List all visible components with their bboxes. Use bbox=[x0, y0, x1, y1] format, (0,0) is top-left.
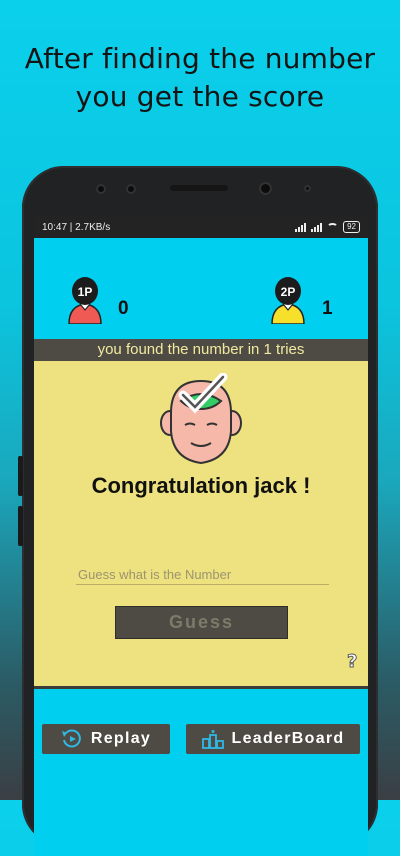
player-1-avatar: 1P bbox=[66, 274, 104, 329]
guess-number-input[interactable] bbox=[76, 564, 329, 585]
promo-headline-line2: you get the score bbox=[75, 80, 325, 113]
player-1-score: 0 bbox=[118, 298, 129, 319]
volume-up-button bbox=[18, 456, 23, 496]
podium-icon bbox=[201, 730, 224, 749]
app-screen: 10:47 | 2.7KB/s 92 1P 0 2P 1 you found t… bbox=[34, 216, 368, 856]
phone-frame: 10:47 | 2.7KB/s 92 1P 0 2P 1 you found t… bbox=[18, 166, 378, 856]
players-bar: 1P 0 2P 1 bbox=[34, 238, 368, 338]
help-icon[interactable]: ? bbox=[346, 651, 357, 673]
signal-2-icon bbox=[311, 222, 323, 232]
result-banner: you found the number in 1 tries bbox=[34, 339, 368, 361]
proximity-sensor bbox=[304, 185, 311, 192]
player-2-icon: 2P bbox=[271, 277, 305, 325]
player-2-avatar: 2P bbox=[269, 274, 307, 329]
player-2-badge: 2P bbox=[281, 285, 296, 299]
player-2-score: 1 bbox=[322, 298, 333, 319]
promo-headline-line1: After finding the number bbox=[24, 42, 376, 75]
guess-button[interactable]: Guess bbox=[115, 606, 288, 639]
front-sensor bbox=[96, 184, 106, 194]
replay-icon bbox=[61, 729, 81, 748]
game-card: Congratulation jack ! Guess ? bbox=[34, 361, 368, 686]
promo-headline: After finding the number you get the sco… bbox=[0, 40, 400, 116]
front-sensor-2 bbox=[126, 184, 136, 194]
replay-button[interactable]: Replay bbox=[42, 724, 170, 754]
front-camera bbox=[259, 182, 272, 195]
player-1-badge: 1P bbox=[78, 285, 93, 299]
player-1-icon: 1P bbox=[68, 277, 102, 325]
leaderboard-label: LeaderBoard bbox=[231, 730, 345, 747]
status-bar: 10:47 | 2.7KB/s 92 bbox=[34, 216, 368, 238]
signal-icon bbox=[295, 222, 307, 232]
thinking-head-icon bbox=[160, 373, 242, 465]
earpiece-speaker bbox=[170, 185, 228, 191]
card-divider bbox=[34, 686, 368, 689]
status-time-speed: 10:47 | 2.7KB/s bbox=[42, 221, 111, 233]
congratulation-text: Congratulation jack ! bbox=[91, 473, 311, 498]
leaderboard-button[interactable]: LeaderBoard bbox=[186, 724, 360, 754]
status-icons: 92 bbox=[295, 221, 360, 233]
replay-label: Replay bbox=[90, 730, 152, 747]
wifi-icon bbox=[327, 223, 339, 231]
volume-down-button bbox=[18, 506, 23, 546]
battery-icon: 92 bbox=[343, 221, 360, 233]
